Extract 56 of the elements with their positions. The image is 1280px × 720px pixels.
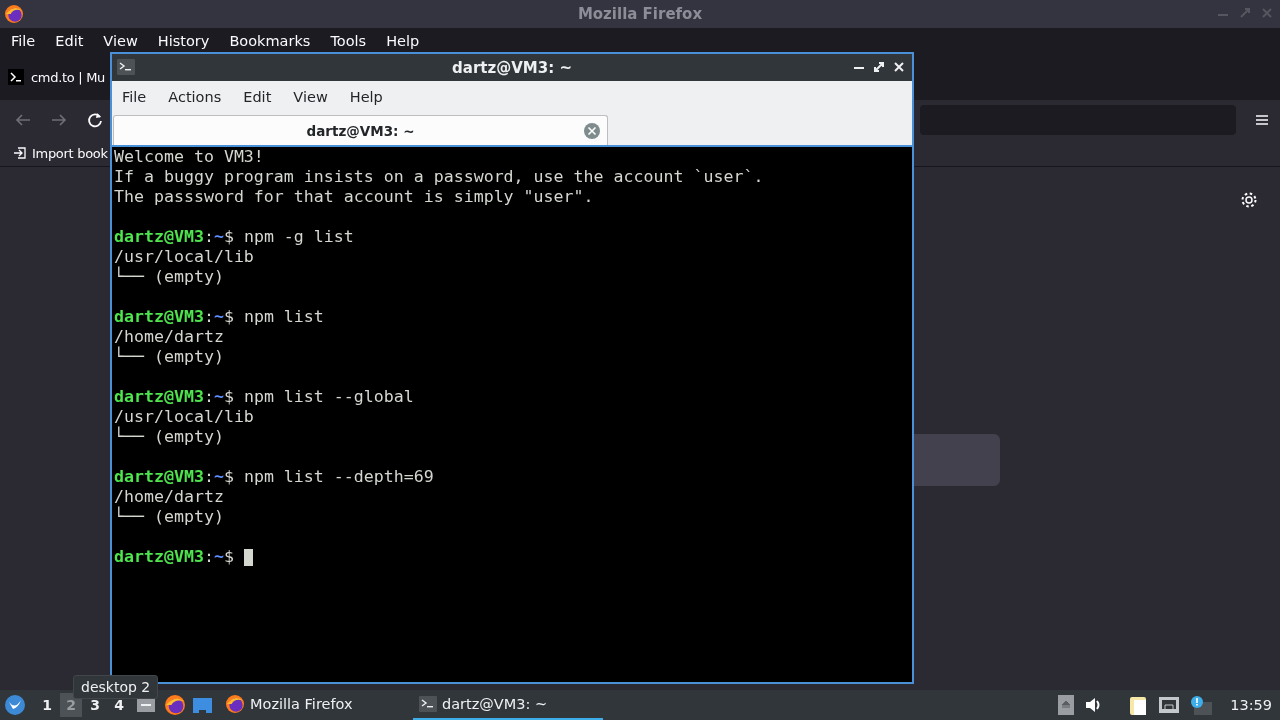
menu-item[interactable]: Edit (55, 33, 84, 49)
reload-icon[interactable] (86, 111, 104, 129)
menu-item[interactable]: Edit (243, 89, 272, 105)
terminal-line: /usr/local/lib (114, 407, 254, 426)
terminal-line: The passsword for that account is simply "user". (114, 187, 594, 207)
menu-item[interactable]: Help (349, 89, 383, 105)
terminal-line: └── (empty) (114, 427, 224, 447)
menu-item[interactable]: Actions (168, 89, 222, 105)
command-line: dartz@VM3:~$ npm list --global (114, 387, 414, 407)
bookmark-item[interactable]: Import book (12, 145, 108, 161)
menu-icon[interactable] (1254, 112, 1270, 128)
taskbar-task[interactable]: dartz@VM3: ~ (413, 690, 603, 720)
terminal-line: /home/dartz (114, 487, 224, 506)
terminal-line: └── (empty) (114, 267, 224, 287)
menu-item[interactable]: Bookmarks (229, 33, 311, 49)
command-line: dartz@VM3:~$ (114, 547, 234, 567)
firefox-icon[interactable] (164, 694, 186, 716)
network-icon[interactable] (1158, 695, 1181, 715)
firefox-icon[interactable] (4, 4, 24, 24)
menu-item[interactable]: View (103, 33, 138, 49)
clock[interactable]: 13:59 (1230, 697, 1272, 713)
menu-item[interactable]: Help (386, 33, 420, 49)
clipboard-icon[interactable] (1128, 694, 1149, 716)
menu-item[interactable]: File (122, 89, 147, 105)
eject-icon[interactable] (1058, 695, 1075, 715)
start-menu-icon[interactable] (4, 694, 26, 716)
menu-item[interactable]: File (11, 33, 36, 49)
terminal-icon (8, 69, 24, 85)
notification-icon[interactable] (1190, 695, 1213, 715)
terminal-icon (419, 696, 437, 712)
window-title: Mozilla Firefox (577, 5, 703, 23)
terminal-line: └── (empty) (114, 507, 224, 527)
menu-item[interactable]: Tools (330, 33, 367, 49)
firefox-icon[interactable] (225, 694, 245, 714)
terminal-icon (117, 59, 135, 75)
settings-icon[interactable] (1240, 191, 1258, 209)
taskbar-task[interactable]: Mozilla Firefox (219, 690, 405, 720)
menu-item[interactable]: View (293, 89, 328, 105)
terminal-line: If a buggy program insists on a password, use the account `user`. (114, 167, 764, 187)
folder-icon[interactable] (192, 695, 213, 715)
terminal-line: /home/dartz (114, 327, 224, 346)
maximize-icon[interactable] (872, 60, 886, 74)
import-icon (12, 145, 27, 161)
terminal-line: Welcome to VM3! (114, 147, 264, 167)
window-title: dartz@VM3: ~ (452, 58, 572, 77)
close-icon[interactable] (892, 60, 906, 74)
tooltip: desktop 2 (73, 675, 159, 699)
workspace-button[interactable]: 1 (36, 693, 58, 717)
terminal-line: /usr/local/lib (114, 247, 254, 266)
menu-item[interactable]: History (157, 33, 210, 49)
command-line: dartz@VM3:~$ npm list --depth=69 (114, 467, 434, 487)
browser-tab[interactable]: cmd.to | Mu (8, 69, 106, 85)
command-line: dartz@VM3:~$ npm list (114, 307, 324, 327)
terminal-line: └── (empty) (114, 347, 224, 367)
terminal-tab[interactable]: dartz@VM3: ~ (113, 115, 608, 145)
command-line: dartz@VM3:~$ npm -g list (114, 227, 354, 247)
